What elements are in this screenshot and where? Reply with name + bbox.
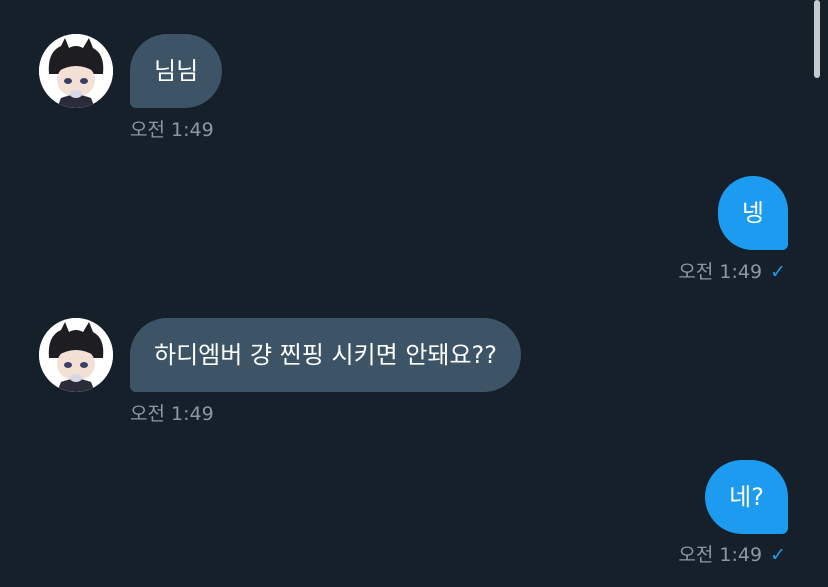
message-text: 넹 xyxy=(741,199,764,227)
read-check-icon: ✓ xyxy=(770,261,786,283)
message-text: 네? xyxy=(729,483,764,511)
avatar-image xyxy=(39,318,113,392)
read-check-icon: ✓ xyxy=(770,544,786,566)
scrollbar[interactable] xyxy=(814,0,820,78)
message-timestamp: 오전 1:49 ✓ xyxy=(678,261,786,283)
message-timestamp: 오전 1:49 ✓ xyxy=(678,544,786,566)
message-bubble-outgoing[interactable]: 넹 xyxy=(717,176,788,250)
message-timestamp: 오전 1:49 xyxy=(130,119,214,141)
message-timestamp: 오전 1:49 xyxy=(130,403,214,425)
message-bubble-incoming[interactable]: 하디엠버 걍 찐핑 시키면 안돼요?? xyxy=(130,318,522,392)
avatar[interactable] xyxy=(39,34,113,108)
message-text: 하디엠버 걍 찐핑 시키면 안돼요?? xyxy=(154,341,498,369)
message-bubble-outgoing[interactable]: 네? xyxy=(705,460,788,534)
avatar-image xyxy=(39,34,113,108)
message-text: 님님 xyxy=(154,57,199,85)
avatar[interactable] xyxy=(39,318,113,392)
message-bubble-incoming[interactable]: 님님 xyxy=(130,34,223,108)
chat-thread: 님님 오전 1:49 넹 오전 1:49 ✓ 하디엠버 걍 찐핑 시키면 안돼요?… xyxy=(0,0,828,587)
